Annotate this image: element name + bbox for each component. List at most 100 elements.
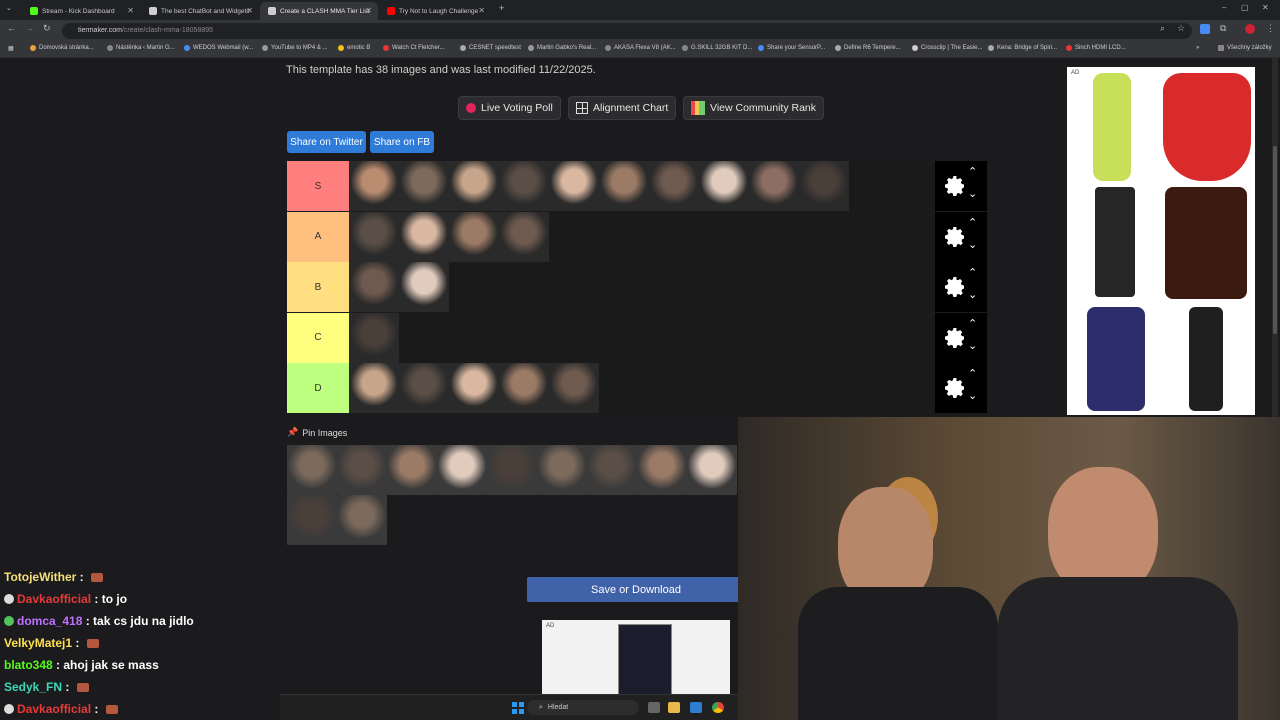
url-input[interactable]: tiermaker.com/create/clash-mma-18058895 <box>62 23 1192 39</box>
fighter-image[interactable] <box>499 363 549 413</box>
bookmark-item[interactable]: emotic B <box>338 45 370 51</box>
move-down-icon[interactable]: ⌄ <box>968 339 977 352</box>
zoom-icon[interactable]: ⌕ <box>1160 23 1165 34</box>
back-icon[interactable]: ← <box>7 23 16 33</box>
fighter-image[interactable] <box>387 445 437 495</box>
bookmark-star-icon[interactable]: ☆ <box>1177 23 1185 34</box>
scrollbar-thumb[interactable] <box>1273 146 1277 334</box>
bookmark-item[interactable]: WEDOS Webmail (w... <box>184 45 253 51</box>
fighter-image[interactable] <box>599 161 649 211</box>
gear-icon[interactable] <box>943 326 967 350</box>
tab-tiermaker[interactable]: Create a CLASH MMA Tier List ✕ <box>260 2 378 20</box>
tier-label[interactable]: A <box>287 211 349 262</box>
fighter-image[interactable] <box>499 211 549 262</box>
fighter-image[interactable] <box>549 161 599 211</box>
fighter-image[interactable] <box>749 161 799 211</box>
fighter-image[interactable] <box>337 495 387 545</box>
task-view-icon[interactable] <box>648 702 660 713</box>
close-tab-icon[interactable]: ✕ <box>246 6 253 15</box>
tier-label[interactable]: C <box>287 312 349 363</box>
fighter-image[interactable] <box>699 161 749 211</box>
tab-kick-dashboard[interactable]: Stream - Kick Dashboard ✕ <box>22 2 140 20</box>
store-icon[interactable] <box>690 702 702 713</box>
taskbar-search[interactable]: ⌕ Hledat <box>527 700 639 715</box>
fighter-image[interactable] <box>637 445 687 495</box>
bookmark-item[interactable]: Kena: Bridge of Spiri... <box>988 45 1057 51</box>
close-tab-icon[interactable]: ✕ <box>478 6 485 15</box>
minimize-icon[interactable]: – <box>1222 3 1226 12</box>
bookmark-overflow-icon[interactable]: » <box>1196 45 1199 51</box>
fighter-image[interactable] <box>449 161 499 211</box>
bookmark-item[interactable]: Sinch HDMI LCD... <box>1066 45 1126 51</box>
fighter-image[interactable] <box>687 445 737 495</box>
apps-grid-icon[interactable]: ▦ <box>8 45 14 52</box>
bookmark-item[interactable]: Define R6 Tempere... <box>835 45 901 51</box>
fighter-image[interactable] <box>799 161 849 211</box>
bookmark-item[interactable]: G.SKILL 32GB KIT D... <box>682 45 752 51</box>
community-rank-button[interactable]: View Community Rank <box>683 96 825 120</box>
save-download-button[interactable]: Save or Download <box>527 577 745 602</box>
fighter-image[interactable] <box>337 445 387 495</box>
extensions-puzzle-icon[interactable]: ⧉ <box>1220 23 1226 34</box>
fighter-image[interactable] <box>399 211 449 262</box>
chrome-icon[interactable] <box>712 702 724 713</box>
tab-chatbot[interactable]: The best ChatBot and Widgets ✕ <box>141 2 259 20</box>
alignment-chart-button[interactable]: Alignment Chart <box>568 96 677 120</box>
gear-icon[interactable] <box>943 376 967 400</box>
fighter-image[interactable] <box>349 161 399 211</box>
fighter-image[interactable] <box>537 445 587 495</box>
bookmark-item[interactable]: AKASA Flexa V8 (AK... <box>605 45 676 51</box>
profile-avatar[interactable] <box>1245 24 1255 34</box>
move-down-icon[interactable]: ⌄ <box>968 238 977 251</box>
fighter-image[interactable] <box>449 363 499 413</box>
maximize-icon[interactable]: ▢ <box>1241 3 1249 12</box>
gear-icon[interactable] <box>943 275 967 299</box>
move-up-icon[interactable]: ⌃ <box>968 317 977 330</box>
tier-label[interactable]: B <box>287 262 349 312</box>
fighter-image[interactable] <box>399 262 449 312</box>
close-tab-icon[interactable]: ✕ <box>127 6 134 15</box>
fighter-image[interactable] <box>449 211 499 262</box>
gear-icon[interactable] <box>943 225 967 249</box>
move-down-icon[interactable]: ⌄ <box>968 187 977 200</box>
bookmark-item[interactable]: Martin Gabko's Real... <box>528 45 596 51</box>
live-voting-button[interactable]: Live Voting Poll <box>458 96 561 120</box>
bookmark-item[interactable]: Share your SensorP... <box>758 45 825 51</box>
share-fb-button[interactable]: Share on FB <box>370 131 434 153</box>
fighter-image[interactable] <box>349 312 399 363</box>
fighter-image[interactable] <box>649 161 699 211</box>
bookmark-item[interactable]: CESNET speedtest <box>460 45 521 51</box>
tab-search-icon[interactable]: ⌄ <box>6 4 12 12</box>
move-down-icon[interactable]: ⌄ <box>968 288 977 301</box>
tier-label[interactable]: S <box>287 161 349 211</box>
bookmark-item[interactable]: Domovská stránka... <box>30 45 94 51</box>
fighter-image[interactable] <box>487 445 537 495</box>
bottom-advertisement[interactable]: AD <box>542 620 730 696</box>
menu-dots-icon[interactable]: ⋮ <box>1266 23 1275 34</box>
fighter-image[interactable] <box>349 262 399 312</box>
reload-icon[interactable]: ↻ <box>43 23 51 34</box>
bookmark-item[interactable]: Nástěnka ‹ Martin G... <box>107 45 175 51</box>
all-bookmarks[interactable]: Všechny záložky <box>1218 45 1272 51</box>
fighter-image[interactable] <box>587 445 637 495</box>
fighter-image[interactable] <box>399 161 449 211</box>
tier-label[interactable]: D <box>287 363 349 413</box>
move-up-icon[interactable]: ⌃ <box>968 367 977 380</box>
tab-youtube[interactable]: Try Not to Laugh Challenge ✕ <box>379 2 491 20</box>
fighter-image[interactable] <box>399 363 449 413</box>
close-window-icon[interactable]: ✕ <box>1262 3 1269 12</box>
fighter-image[interactable] <box>287 495 337 545</box>
fighter-image[interactable] <box>349 363 399 413</box>
extension-icon[interactable] <box>1200 24 1210 34</box>
close-tab-icon[interactable]: ✕ <box>365 6 372 15</box>
fighter-image[interactable] <box>287 445 337 495</box>
move-up-icon[interactable]: ⌃ <box>968 165 977 178</box>
fighter-image[interactable] <box>437 445 487 495</box>
gear-icon[interactable] <box>943 174 967 198</box>
bookmark-item[interactable]: YouTube to MP4 & ... <box>262 45 328 51</box>
move-up-icon[interactable]: ⌃ <box>968 216 977 229</box>
fighter-image[interactable] <box>499 161 549 211</box>
move-up-icon[interactable]: ⌃ <box>968 266 977 279</box>
side-advertisement[interactable]: AD <box>1067 67 1255 415</box>
windows-start-icon[interactable] <box>512 702 524 714</box>
